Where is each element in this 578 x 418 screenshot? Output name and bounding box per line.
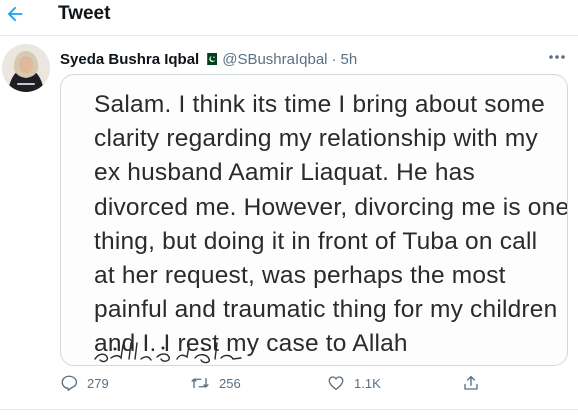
page-title: Tweet [58,3,111,24]
tweet-author-row: Syeda Bushra Iqbal @SBushraIqbal · 5h [60,50,357,68]
share-button[interactable] [462,374,480,392]
avatar[interactable] [2,44,50,92]
more-options-button[interactable] [546,50,568,64]
image-text-line: clarity regarding my relationship with m… [94,125,538,153]
image-text: Salam. I think its time I bring about so… [94,88,568,362]
image-text-line: thing, but doing it in front of Tuba on … [94,227,538,255]
author-name[interactable]: Syeda Bushra Iqbal [60,51,199,68]
profile-photo [2,44,50,92]
retweet-button[interactable]: 256 [190,374,241,392]
author-handle[interactable]: @SBushraIqbal [222,51,327,68]
tweet-image[interactable]: Salam. I think its time I bring about so… [60,74,568,366]
heart-icon [328,376,344,391]
arrow-left-icon [7,6,23,22]
tweet-timestamp[interactable]: 5h [341,51,358,68]
back-button[interactable] [2,0,28,28]
more-horizontal-icon [549,55,565,59]
retweet-count: 256 [219,375,241,391]
retweet-icon [191,377,209,389]
image-text-line: painful and traumatic thing for my child… [94,296,558,324]
pakistan-flag-icon [204,53,218,65]
handwritten-urdu-line [94,342,242,364]
meta-separator: · [331,50,337,68]
image-text-line: at her request, was perhaps the most [94,262,506,290]
like-button[interactable]: 1.1K [327,374,381,392]
image-text-line: ex husband Aamir Liaquat. He has [94,159,475,187]
reply-icon [61,375,78,392]
image-text-line: divorced me. However, divorcing me is on… [94,193,568,221]
tweet-header: Tweet [0,0,578,36]
reply-count: 279 [87,375,109,391]
image-text-line: Salam. I think its time I bring about so… [94,91,545,118]
divider [0,409,578,410]
reply-button[interactable]: 279 [60,374,109,392]
tweet-actions: 279 256 1.1K [0,372,578,400]
like-count: 1.1K [354,375,381,391]
share-icon [464,375,478,390]
